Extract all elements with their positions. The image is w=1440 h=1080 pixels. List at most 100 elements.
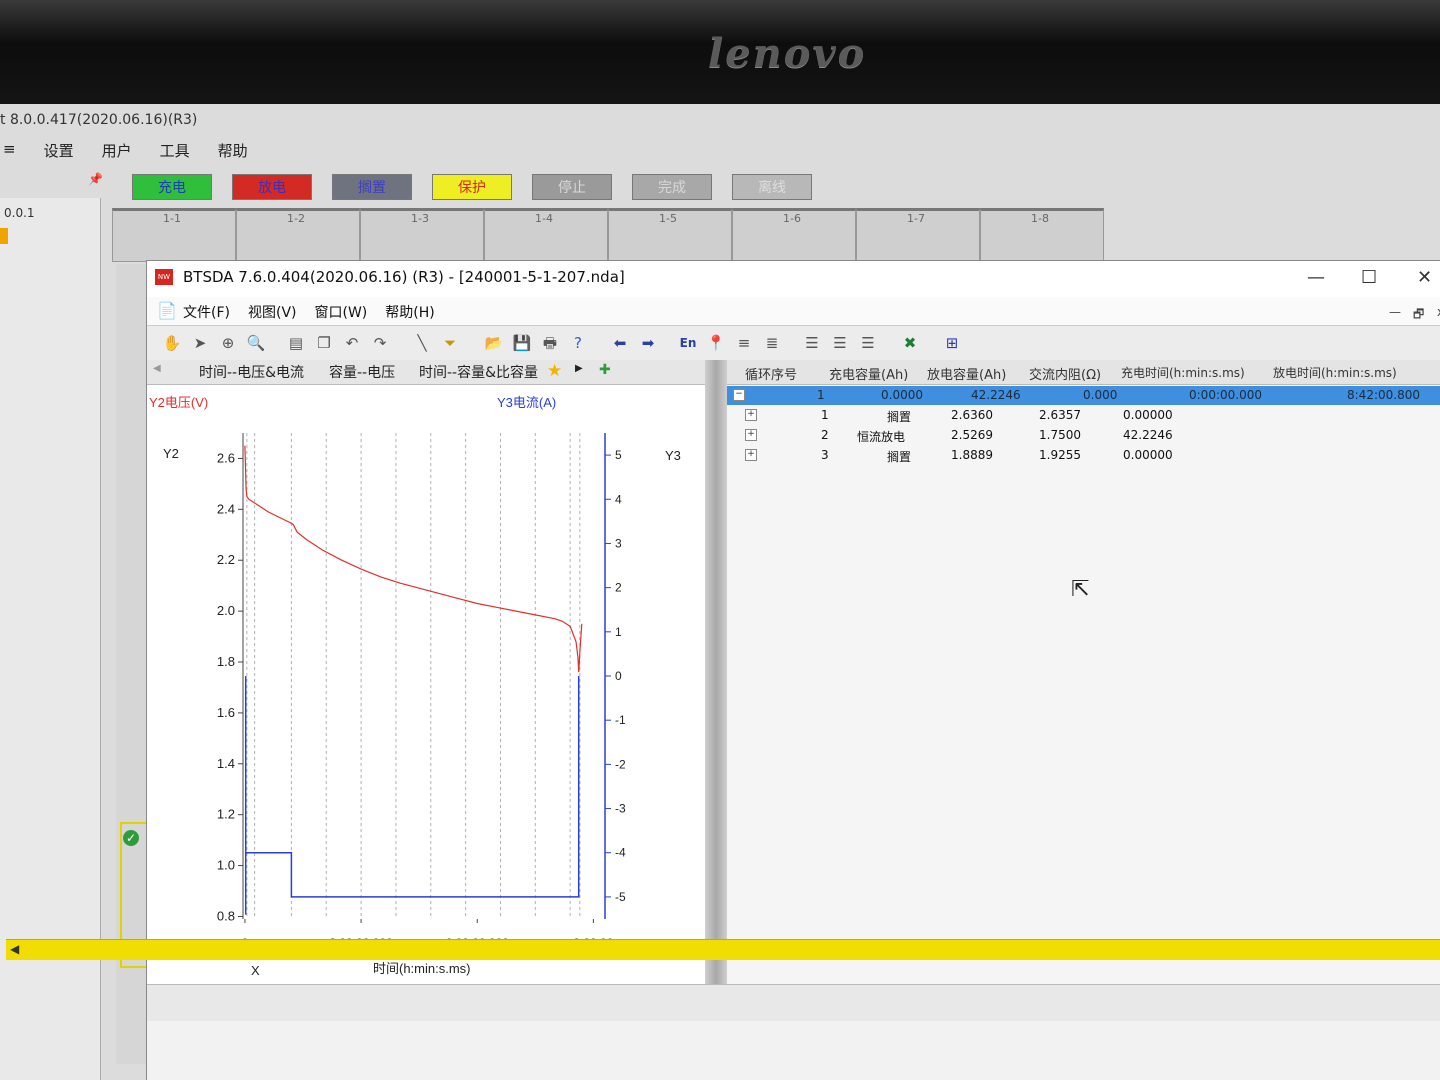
table-icon-3[interactable]: ☰ [857, 332, 879, 354]
window-title: BTSDA 7.6.0.404(2020.06.16) (R3) - [2400… [183, 268, 625, 286]
menu-window[interactable]: 窗口(W) [315, 302, 368, 322]
y2-tick-label: 1.6 [217, 705, 235, 720]
table-header: 循环序号 充电容量(Ah) 放电容量(Ah) 交流内阻(Ω) 充电时间(h:mi… [727, 360, 1440, 385]
cell-step-type: 恒流放电 [857, 430, 906, 444]
pin-tool-icon[interactable]: 📍 [705, 332, 727, 354]
zoom-icon[interactable]: 🔍 [245, 332, 267, 354]
monitor-bezel: lenovo [0, 0, 1440, 108]
status-offline: 离线 [732, 174, 812, 200]
print-icon[interactable]: 🖶 [539, 332, 561, 354]
excel-export-icon[interactable]: ✖ [899, 332, 921, 354]
col-cycle-no[interactable]: 循环序号 [745, 364, 797, 383]
y2-tick-label: 1.2 [217, 807, 235, 822]
close-icon[interactable]: ✕ [1417, 267, 1432, 288]
menu-file[interactable]: 文件(F) [183, 302, 230, 322]
scroll-left-icon[interactable]: ◀ [10, 942, 19, 956]
language-icon[interactable]: En [677, 332, 699, 354]
tab-scroll-right-icon[interactable]: ▶ [575, 363, 583, 374]
list-view-icon[interactable]: ▤ [285, 332, 307, 354]
pointer-icon[interactable]: ➤ [189, 332, 211, 354]
y3-tick-label: 5 [615, 448, 622, 462]
add-chart-icon[interactable]: ✚ [599, 362, 611, 378]
table-icon-1[interactable]: ☰ [801, 332, 823, 354]
y2-tick-label: 2.4 [217, 501, 235, 516]
help-icon[interactable]: ? [567, 332, 589, 354]
channel-tab[interactable]: 1-5 [608, 208, 732, 262]
menu-view[interactable]: 视图(V) [248, 302, 297, 322]
save-icon[interactable]: 💾 [511, 332, 533, 354]
window-menu-bar: 📄 文件(F) 视图(V) 窗口(W) 帮助(H) — 🗗 x [147, 297, 1440, 325]
grid-settings-icon[interactable]: ⊞ [941, 332, 963, 354]
col-ac-resistance[interactable]: 交流内阻(Ω) [1029, 364, 1101, 383]
cell-step-value-3: 0.00000 [1123, 408, 1173, 422]
y3-tick-label: -5 [615, 890, 626, 904]
table-row-step[interactable]: + 2 恒流放电 2.5269 1.7500 42.2246 [727, 426, 1440, 445]
tab-scroll-left-icon[interactable]: ◀ [153, 363, 161, 374]
menu-help[interactable]: 帮助(H) [385, 302, 434, 322]
cell-step-no: 3 [821, 448, 829, 462]
pin-icon[interactable]: 📌 [88, 172, 103, 186]
channel-tab[interactable]: 1-8 [980, 208, 1104, 262]
cell-resistance: 0.000 [1083, 388, 1118, 402]
undo-icon[interactable]: ↶ [341, 332, 363, 354]
col-discharge-time[interactable]: 放电时间(h:min:s.ms) [1273, 364, 1397, 381]
minimize-icon[interactable]: — [1307, 267, 1325, 288]
tab-capacity-voltage[interactable]: 容量--电压 [329, 362, 395, 382]
align-right-icon[interactable]: ≣ [761, 332, 783, 354]
outer-menu-tools[interactable]: 工具 [157, 140, 193, 161]
y2-tick-label: 0.8 [217, 908, 235, 923]
mdi-minimize-icon[interactable]: — [1389, 305, 1401, 319]
series-line-current [244, 676, 580, 915]
screen: t 8.0.0.417(2020.06.16)(R3) ≡ 设置 用户 工具 帮… [0, 104, 1440, 1080]
line-tool-icon[interactable]: ╲ [411, 332, 433, 354]
outer-menu-help[interactable]: 帮助 [215, 140, 251, 161]
channel-tab[interactable]: 1-6 [732, 208, 856, 262]
y2-tick-label: 1.4 [217, 756, 235, 771]
expand-icon[interactable]: + [745, 449, 757, 461]
y2-tick-label: 2.2 [217, 552, 235, 567]
arrow-left-icon[interactable]: ⬅ [609, 332, 631, 354]
outer-menu-settings[interactable]: 设置 [41, 140, 77, 161]
window-titlebar: NW BTSDA 7.6.0.404(2020.06.16) (R3) - [2… [147, 261, 1440, 297]
status-stop: 停止 [532, 174, 612, 200]
arrow-right-icon[interactable]: ➡ [637, 332, 659, 354]
col-charge-time[interactable]: 充电时间(h:min:s.ms) [1121, 364, 1245, 381]
expand-icon[interactable]: + [745, 409, 757, 421]
horizontal-scroll-area[interactable] [147, 984, 1440, 1021]
tab-time-voltage-current[interactable]: 时间--电压&电流 [199, 362, 304, 382]
col-charge-capacity[interactable]: 充电容量(Ah) [829, 364, 908, 383]
outer-menu-user[interactable]: 用户 [99, 140, 135, 161]
star-icon[interactable]: ★ [547, 361, 562, 381]
maximize-icon[interactable]: ☐ [1361, 267, 1377, 288]
expand-icon[interactable]: + [745, 429, 757, 441]
channel-tab[interactable]: 1-2 [236, 208, 360, 262]
redo-icon[interactable]: ↷ [369, 332, 391, 354]
table-row-step[interactable]: + 3 搁置 1.8889 1.9255 0.00000 [727, 446, 1440, 465]
channel-tab[interactable]: 1-1 [112, 208, 236, 262]
collapse-icon[interactable]: − [733, 389, 745, 401]
y3-tick-label: 2 [615, 581, 622, 595]
align-left-icon[interactable]: ≡ [733, 332, 755, 354]
device-node-label[interactable]: 0.0.1 [4, 206, 35, 220]
cell-step-value-1: 2.5269 [951, 428, 993, 442]
pane-splitter[interactable] [705, 360, 727, 984]
open-folder-icon[interactable]: 📂 [483, 332, 505, 354]
outer-menu-item[interactable]: ≡ [0, 140, 19, 161]
x-axis-title: 时间(h:min:s.ms) [373, 961, 471, 976]
table-icon-2[interactable]: ☰ [829, 332, 851, 354]
col-discharge-capacity[interactable]: 放电容量(Ah) [927, 364, 1006, 383]
tab-time-capacity[interactable]: 时间--容量&比容量 [419, 362, 538, 382]
channel-tab[interactable]: 1-7 [856, 208, 980, 262]
channel-tab[interactable]: 1-4 [484, 208, 608, 262]
hand-tool-icon[interactable]: ✋ [161, 332, 183, 354]
mdi-restore-icon[interactable]: 🗗 [1413, 305, 1424, 326]
y3-tick-label: 1 [615, 625, 622, 639]
copy-icon[interactable]: ❐ [313, 332, 335, 354]
x-axis-name: X [251, 963, 260, 978]
zoom-region-icon[interactable]: ⊕ [217, 332, 239, 354]
table-row-cycle-1[interactable]: − 1 0.0000 42.2246 0.000 0:00:00.000 8:4… [727, 386, 1440, 405]
channel-tab[interactable]: 1-3 [360, 208, 484, 262]
filter-icon[interactable]: ⏷ [439, 332, 461, 354]
y3-tick-label: -4 [615, 846, 626, 860]
table-row-step[interactable]: + 1 搁置 2.6360 2.6357 0.00000 [727, 406, 1440, 425]
